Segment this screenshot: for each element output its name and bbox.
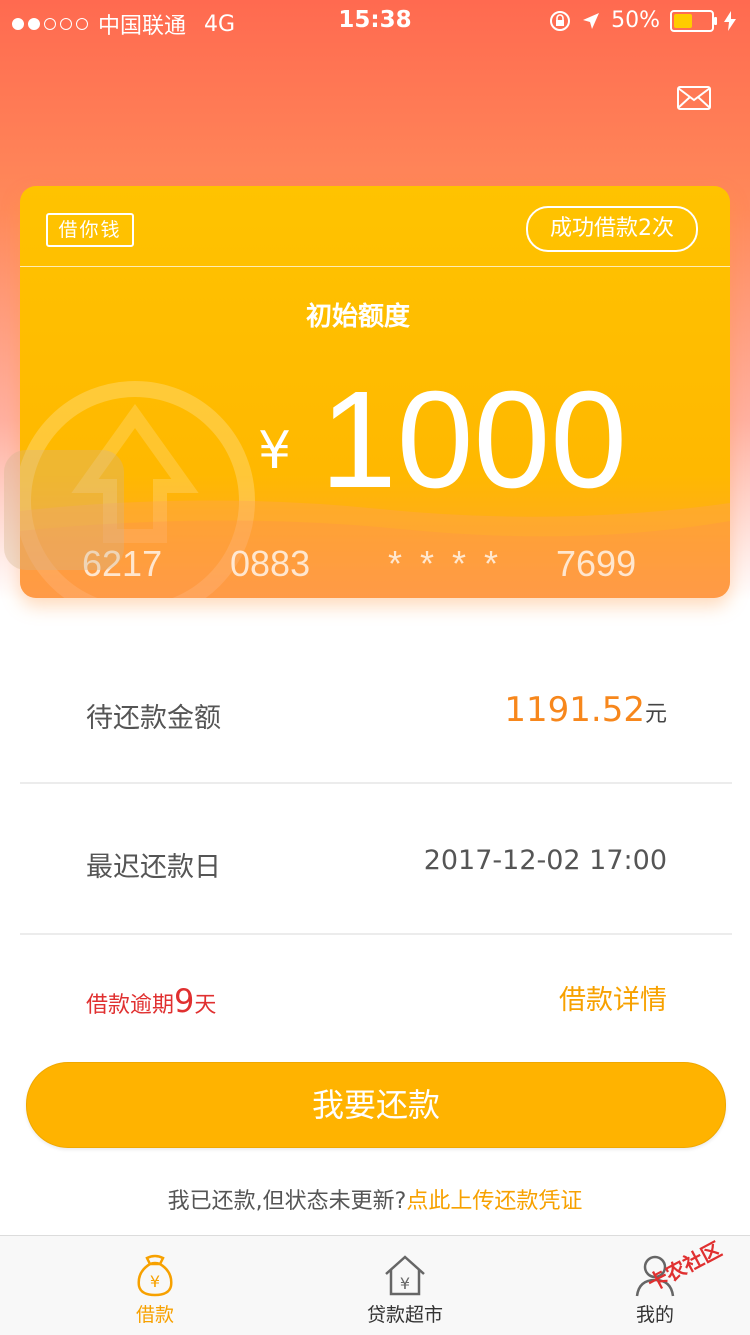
tab-loan-market[interactable]: ¥ 贷款超市 xyxy=(330,1236,480,1335)
success-count-badge: 成功借款2次 xyxy=(526,206,698,252)
card-number-group: * * * * xyxy=(388,543,503,584)
due-date-row: 最迟还款日 2017-12-02 17:00 xyxy=(20,843,732,883)
floating-assistive-button[interactable] xyxy=(4,450,124,570)
upload-proof-hint: 我已还款,但状态未更新?点此上传还款凭证 xyxy=(0,1183,750,1215)
overdue-row: 借款逾期9天 借款详情 xyxy=(20,972,732,1022)
status-right: 50% xyxy=(549,8,736,33)
due-date-value: 2017-12-02 17:00 xyxy=(423,845,667,876)
overdue-suffix: 天 xyxy=(194,993,217,1018)
tab-loan-market-label: 贷款超市 xyxy=(366,1304,443,1326)
tab-loan-label: 借款 xyxy=(135,1304,174,1326)
location-arrow-icon xyxy=(583,12,600,29)
overdue-days: 9 xyxy=(174,982,195,1020)
tab-loan[interactable]: ¥ 借款 xyxy=(80,1236,230,1335)
battery-icon xyxy=(670,9,717,32)
money-bag-icon: ¥ xyxy=(137,1254,173,1297)
initial-limit-label: 初始额度 xyxy=(305,302,410,332)
upload-proof-link[interactable]: 点此上传还款凭证 xyxy=(406,1189,582,1214)
svg-text:¥: ¥ xyxy=(400,1274,410,1293)
repay-amount-number: 1191.52 xyxy=(504,690,645,730)
charging-bolt-icon xyxy=(724,10,736,31)
message-envelope-icon[interactable] xyxy=(677,86,711,110)
brand-tag: 借你钱 xyxy=(46,213,134,247)
card-number-group: 7699 xyxy=(556,543,637,584)
repay-amount-label: 待还款金额 xyxy=(86,703,221,734)
repay-amount-unit: 元 xyxy=(644,702,667,727)
currency-symbol: ¥ xyxy=(258,421,292,481)
loan-details-link[interactable]: 借款详情 xyxy=(559,978,667,1017)
credit-limit-amount: 1000 xyxy=(320,363,627,517)
status-bar: 中国联通 4G 15:38 50% xyxy=(0,0,750,42)
overdue-prefix: 借款逾期 xyxy=(86,993,175,1018)
due-date-label: 最迟还款日 xyxy=(86,852,221,883)
credit-card: 借你钱 成功借款2次 初始额度 ¥ 1000 6217 0883 * * * *… xyxy=(20,186,730,598)
repay-button[interactable]: 我要还款 xyxy=(26,1062,726,1148)
repay-amount-value: 1191.52元 xyxy=(504,690,667,730)
row-divider xyxy=(20,782,732,784)
card-divider xyxy=(20,266,730,267)
bottom-tab-bar: ¥ 借款 ¥ 贷款超市 我的 xyxy=(0,1235,750,1335)
battery-percent: 50% xyxy=(611,8,660,33)
overdue-status: 借款逾期9天 xyxy=(86,982,216,1020)
repay-amount-row: 待还款金额 1191.52元 xyxy=(20,690,732,740)
svg-text:¥: ¥ xyxy=(150,1272,160,1291)
tab-mine-label: 我的 xyxy=(635,1304,674,1326)
rotation-lock-icon xyxy=(550,10,571,31)
card-number-group: 0883 xyxy=(230,543,311,584)
house-yen-icon: ¥ xyxy=(385,1255,425,1296)
hint-text: 我已还款,但状态未更新? xyxy=(167,1189,407,1214)
row-divider xyxy=(20,933,732,935)
